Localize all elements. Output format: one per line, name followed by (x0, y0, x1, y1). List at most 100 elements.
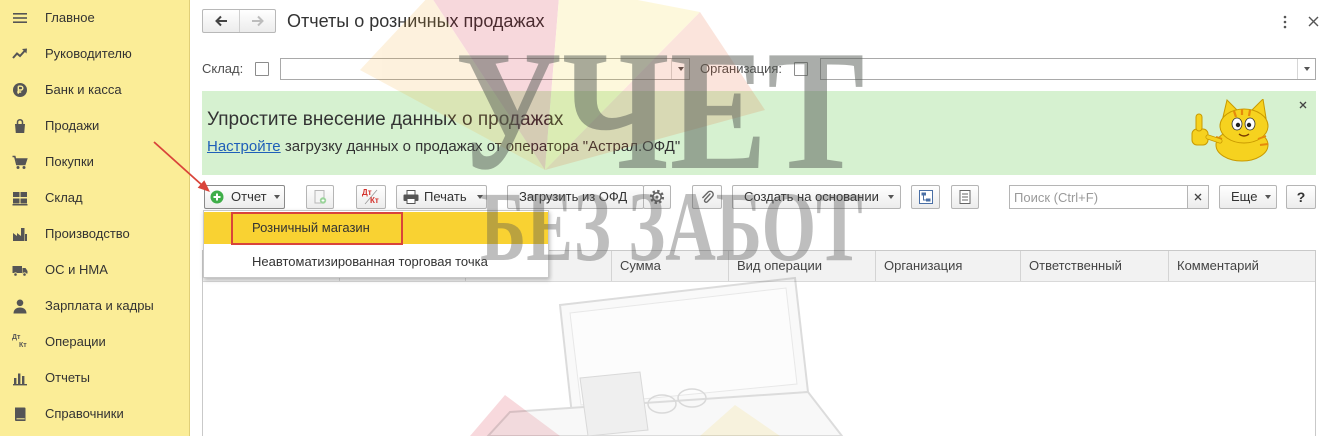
sidebar-item-sales[interactable]: Продажи (0, 108, 189, 144)
sidebar-item-main[interactable]: Главное (0, 0, 189, 36)
warehouse-filter-input[interactable] (281, 59, 671, 79)
search-field[interactable] (1009, 185, 1188, 209)
trend-up-icon (12, 48, 27, 59)
credit-glyph: Кт (370, 196, 379, 205)
sidebar-item-label: Главное (45, 10, 95, 25)
warehouse-filter-label: Склад: (202, 61, 244, 76)
banner-text-line: Настройте загрузку данных о продажах от … (207, 138, 680, 156)
sidebar-item-fixed-assets[interactable]: ОС и НМА (0, 252, 189, 288)
arrow-left-icon (215, 15, 227, 27)
more-vertical-icon[interactable] (1283, 15, 1287, 29)
create-report-menu: Розничный магазин Неавтоматизированная т… (203, 210, 549, 278)
structure-icon (918, 190, 933, 204)
print-label: Печать (424, 189, 467, 204)
debit-glyph: Дт (12, 334, 21, 341)
journal-button[interactable] (951, 185, 979, 209)
create-report-button[interactable]: Отчет (204, 185, 285, 209)
sidebar-item-purchases[interactable]: Покупки (0, 144, 189, 180)
banner-description: загрузку данных о продажах от оператора … (280, 138, 681, 155)
factory-icon (13, 228, 27, 241)
close-icon[interactable] (1308, 16, 1319, 27)
menu-item-retail-store[interactable]: Розничный магазин (204, 212, 548, 244)
warehouse-icon (12, 192, 28, 206)
help-button[interactable]: ? (1286, 185, 1316, 209)
sidebar-item-label: Отчеты (45, 370, 90, 385)
printer-icon (403, 190, 419, 204)
organization-filter-input[interactable] (821, 59, 1297, 79)
sidebar-item-salary-hr[interactable]: Зарплата и кадры (0, 288, 189, 324)
column-header-organization[interactable]: Организация (876, 251, 1021, 281)
sidebar-item-label: Производство (45, 226, 130, 241)
chevron-down-icon (477, 195, 483, 199)
chevron-down-icon (677, 67, 684, 71)
arrow-right-icon (251, 15, 264, 27)
sidebar-item-label: Покупки (45, 154, 94, 169)
sidebar-item-production[interactable]: Производство (0, 216, 189, 252)
column-header-operation-type[interactable]: Вид операции (729, 251, 876, 281)
navigation-buttons (202, 9, 276, 33)
organization-dropdown-button[interactable] (1297, 59, 1315, 79)
add-icon (210, 190, 224, 204)
sidebar-item-bank-cash[interactable]: Банк и касса (0, 72, 189, 108)
sidebar-item-label: Руководителю (45, 46, 132, 61)
clear-search-button[interactable] (1187, 185, 1209, 209)
column-header-amount[interactable]: Сумма (612, 251, 729, 281)
postings-button[interactable]: Дт Кт (356, 185, 386, 209)
sidebar-item-reports[interactable]: Отчеты (0, 360, 189, 396)
load-from-ofd-button[interactable]: Загрузить из ОФД (507, 185, 644, 209)
document-structure-button[interactable] (911, 185, 940, 209)
warehouse-filter-checkbox[interactable] (255, 62, 269, 76)
sidebar-item-directories[interactable]: Справочники (0, 396, 189, 432)
back-button[interactable] (203, 10, 239, 32)
organization-filter-combobox[interactable] (820, 58, 1316, 80)
sidebar-item-label: Справочники (45, 406, 124, 421)
debit-credit-icon: Дт Кт (362, 189, 380, 205)
create-based-on-button[interactable]: Создать на основании (732, 185, 901, 209)
chevron-down-icon (1303, 67, 1310, 71)
more-actions-button[interactable]: Еще (1219, 185, 1277, 209)
warehouse-filter-combobox[interactable] (280, 58, 690, 80)
column-header-responsible[interactable]: Ответственный (1021, 251, 1169, 281)
cat-mascot-illustration (1191, 99, 1269, 162)
truck-icon (12, 266, 28, 277)
setup-ofd-link[interactable]: Настройте (207, 138, 281, 155)
ofd-settings-button[interactable] (643, 185, 671, 209)
table-body[interactable] (203, 282, 1315, 436)
close-icon[interactable] (1299, 101, 1307, 109)
organization-filter-checkbox[interactable] (794, 62, 808, 76)
attachments-button[interactable] (692, 185, 722, 209)
section-sidebar: Главное Руководителю Банк и касса Продаж… (0, 0, 190, 436)
debit-credit-icon: Дт Кт (11, 333, 29, 351)
sidebar-item-label: ОС и НМА (45, 262, 108, 277)
load-from-ofd-label: Загрузить из ОФД (519, 189, 628, 204)
paperclip-icon (702, 190, 714, 203)
chevron-down-icon (1265, 195, 1271, 199)
more-actions-label: Еще (1231, 189, 1258, 204)
credit-glyph: Кт (19, 342, 27, 349)
column-header-comment[interactable]: Комментарий (1169, 251, 1315, 281)
cart-icon (12, 155, 28, 169)
bar-chart-icon (13, 373, 27, 386)
print-button[interactable]: Печать (396, 185, 487, 209)
organization-filter-label: Организация: (700, 61, 783, 76)
ofd-promo-banner: Упростите внесение данных о продажах Нас… (202, 91, 1316, 175)
sidebar-item-label: Банк и касса (45, 82, 122, 97)
sidebar-item-label: Зарплата и кадры (45, 298, 154, 313)
sidebar-item-operations[interactable]: Дт Кт Операции (0, 324, 189, 360)
sidebar-item-label: Продажи (45, 118, 100, 133)
close-icon (1194, 193, 1202, 201)
menu-item-non-automated-outlet[interactable]: Неавтоматизированная торговая точка (204, 246, 548, 278)
banner-title: Упростите внесение данных о продажах (207, 109, 564, 130)
chevron-down-icon (274, 195, 280, 199)
sidebar-item-manager[interactable]: Руководителю (0, 36, 189, 72)
copy-button[interactable] (306, 185, 334, 209)
create-based-on-label: Создать на основании (744, 189, 879, 204)
help-label: ? (1296, 189, 1306, 205)
search-input[interactable] (1010, 186, 1187, 208)
book-icon (15, 407, 26, 421)
shopping-bag-icon (15, 118, 25, 133)
sidebar-item-warehouse[interactable]: Склад (0, 180, 189, 216)
warehouse-dropdown-button[interactable] (671, 59, 689, 79)
forward-button[interactable] (239, 10, 275, 32)
ruble-coin-icon (13, 83, 27, 97)
